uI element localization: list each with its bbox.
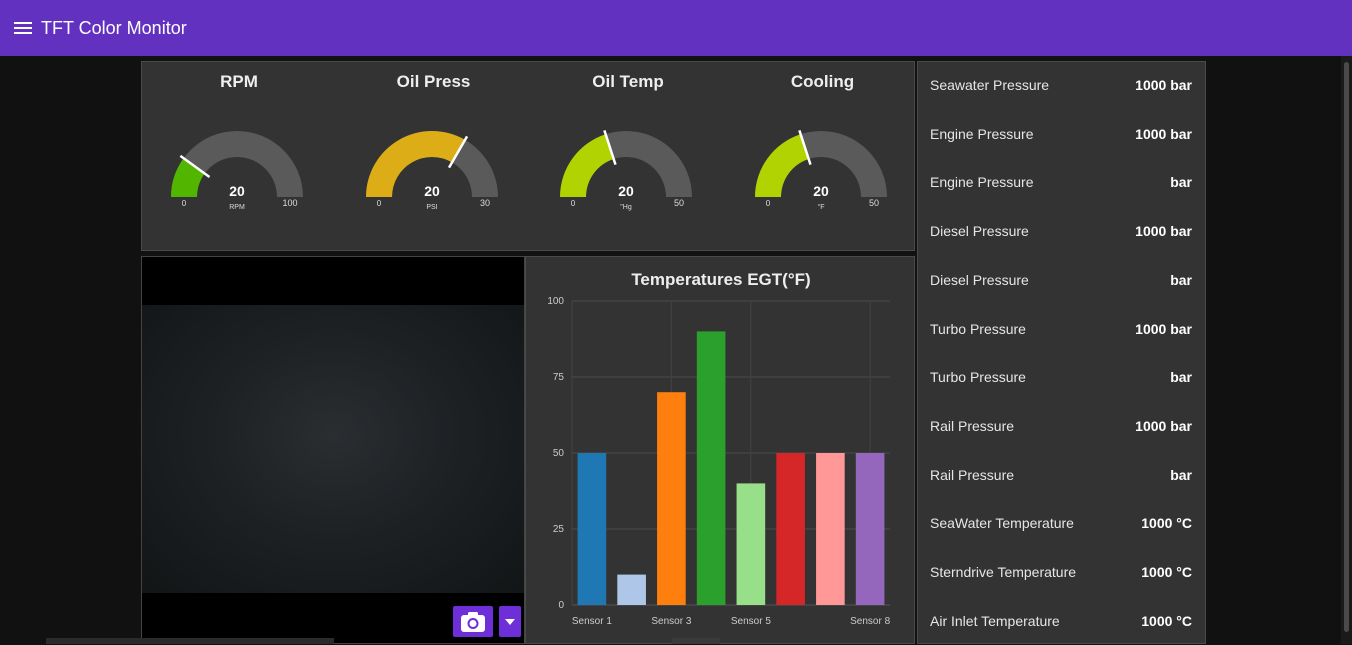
caret-down-icon (505, 618, 515, 625)
reading-value: 1000 °C (1141, 612, 1192, 629)
camera-feed (142, 305, 524, 593)
gauge-min: 0 (765, 199, 770, 208)
bar-sensor-2 (617, 574, 646, 605)
reading-row: Air Inlet Temperature 1000 °C (930, 613, 1192, 633)
gauge-unit: RPM (229, 204, 245, 211)
y-tick-label: 25 (553, 524, 565, 535)
gauge-dial: 20 RPM 0 100 (171, 131, 303, 211)
reading-row: Engine Pressure 1000 bar (930, 126, 1192, 146)
bar-sensor-7 (816, 453, 845, 605)
gauge-unit: "Hg (620, 204, 632, 211)
reading-label: Rail Pressure (930, 466, 1015, 483)
reading-value: bar (1170, 466, 1192, 483)
gauge-max: 50 (674, 198, 684, 208)
bar-sensor-4 (696, 331, 726, 605)
reading-label: Turbo Pressure (930, 369, 1026, 386)
x-tick-label: Sensor 8 (850, 616, 890, 627)
hamburger-menu-icon[interactable] (14, 21, 32, 35)
reading-value: 1000 bar (1135, 417, 1192, 434)
reading-label: Engine Pressure (930, 174, 1034, 191)
reading-label: Rail Pressure (930, 417, 1015, 434)
reading-value: 1000 °C (1141, 515, 1192, 532)
gauge-rpm: RPM 20 RPM 0 100 (142, 62, 336, 252)
reading-label: Diesel Pressure (930, 223, 1029, 240)
gauge-oil-press: Oil Press 20 PSI 0 30 (337, 62, 531, 252)
bar-sensor-6 (776, 453, 805, 605)
scrollbar-thumb[interactable] (1344, 62, 1349, 632)
reading-row: Turbo Pressure bar (930, 369, 1192, 389)
reading-value: 1000 bar (1135, 320, 1192, 337)
y-tick-label: 50 (553, 448, 565, 459)
egt-chart-panel: Temperatures EGT(°F) 0 25 50 75 100 Sensor 1S… (525, 256, 915, 644)
reading-value: bar (1170, 174, 1192, 191)
bar-sensor-5 (736, 483, 766, 605)
gauge-fill (754, 134, 809, 197)
top-app-bar: TFT Color Monitor (0, 0, 1352, 56)
gauge-dial: 20 "Hg 0 50 (560, 130, 692, 211)
reading-value: bar (1170, 271, 1192, 288)
reading-label: Air Inlet Temperature (930, 612, 1060, 629)
reading-label: Turbo Pressure (930, 320, 1026, 337)
gauge-value: 20 (229, 183, 245, 199)
gauge-cooling: Cooling 20 °F 0 50 (726, 62, 920, 252)
reading-value: 1000 °C (1141, 564, 1192, 580)
reading-row: Rail Pressure bar (930, 467, 1192, 487)
bar-sensor-8 (855, 453, 885, 605)
x-tick-label: Sensor 1 (572, 616, 612, 627)
reading-row: Diesel Pressure 1000 bar (930, 223, 1192, 243)
gauge-min: 0 (182, 199, 187, 208)
gauge-max: 100 (282, 198, 297, 208)
bar-sensor-1 (577, 453, 607, 605)
gauge-min: 0 (376, 199, 381, 208)
gauge-max: 30 (479, 198, 489, 208)
x-tick-label: Sensor 5 (731, 616, 771, 627)
gauge-oil-temp: Oil Temp 20 "Hg 0 50 (531, 62, 725, 252)
camera-icon (461, 611, 485, 632)
gauge-value: 20 (618, 183, 634, 199)
app-title: TFT Color Monitor (41, 17, 187, 38)
gauge-unit: °F (817, 203, 824, 211)
sensor-readings-panel: Seawater Pressure 1000 bar Engine Pressure… (917, 61, 1206, 644)
reading-label: SeaWater Temperature (930, 515, 1074, 532)
gauge-value: 20 (813, 183, 829, 199)
gauges-panel: RPM 20 RPM 0 100 Oil Press 20 PSI 0 30 Oil Temp 20 "… (141, 61, 915, 251)
gauge-min: 0 (571, 199, 576, 208)
camera-panel (141, 256, 525, 644)
y-tick-label: 100 (547, 296, 564, 307)
x-tick-label: Sensor 3 (651, 616, 691, 627)
gauge-unit: PSI (426, 204, 437, 211)
egt-bar-chart: 0 25 50 75 100 Sensor 1 Sensor 3 Sensor 5 Sensor… (547, 296, 890, 627)
bottom-scrollbar[interactable] (46, 638, 334, 644)
y-tick-label: 75 (553, 372, 565, 383)
y-tick-label: 0 (558, 600, 564, 611)
camera-capture-button[interactable] (453, 606, 493, 637)
reading-row: Engine Pressure bar (930, 174, 1192, 194)
reading-value: 1000 bar (1135, 223, 1192, 240)
camera-options-dropdown[interactable] (499, 606, 521, 637)
reading-label: Seawater Pressure (930, 77, 1050, 93)
gauge-fill (560, 134, 614, 197)
gauge-dial: 20 PSI 0 30 (365, 131, 498, 211)
reading-label: Diesel Pressure (930, 271, 1029, 288)
reading-row: Turbo Pressure 1000 bar (930, 321, 1192, 341)
reading-label: Engine Pressure (930, 125, 1034, 142)
reading-value: 1000 bar (1135, 125, 1192, 142)
reading-row: SeaWater Temperature 1000 °C (930, 515, 1192, 535)
gauge-max: 50 (868, 198, 878, 208)
reading-row: Diesel Pressure bar (930, 272, 1192, 292)
gauge-dial: 20 °F 0 50 (754, 130, 887, 211)
reading-row: Seawater Pressure 1000 bar (930, 77, 1192, 97)
reading-row: Sterndrive Temperature 1000 °C (930, 564, 1192, 584)
bottom-scrollbar-thumb[interactable] (672, 638, 720, 644)
reading-value: bar (1170, 369, 1192, 386)
bar-sensor-3 (657, 392, 686, 605)
gauge-value: 20 (424, 183, 440, 199)
reading-label: Sterndrive Temperature (930, 564, 1077, 580)
reading-row: Rail Pressure 1000 bar (930, 418, 1192, 438)
reading-value: 1000 bar (1135, 77, 1192, 93)
